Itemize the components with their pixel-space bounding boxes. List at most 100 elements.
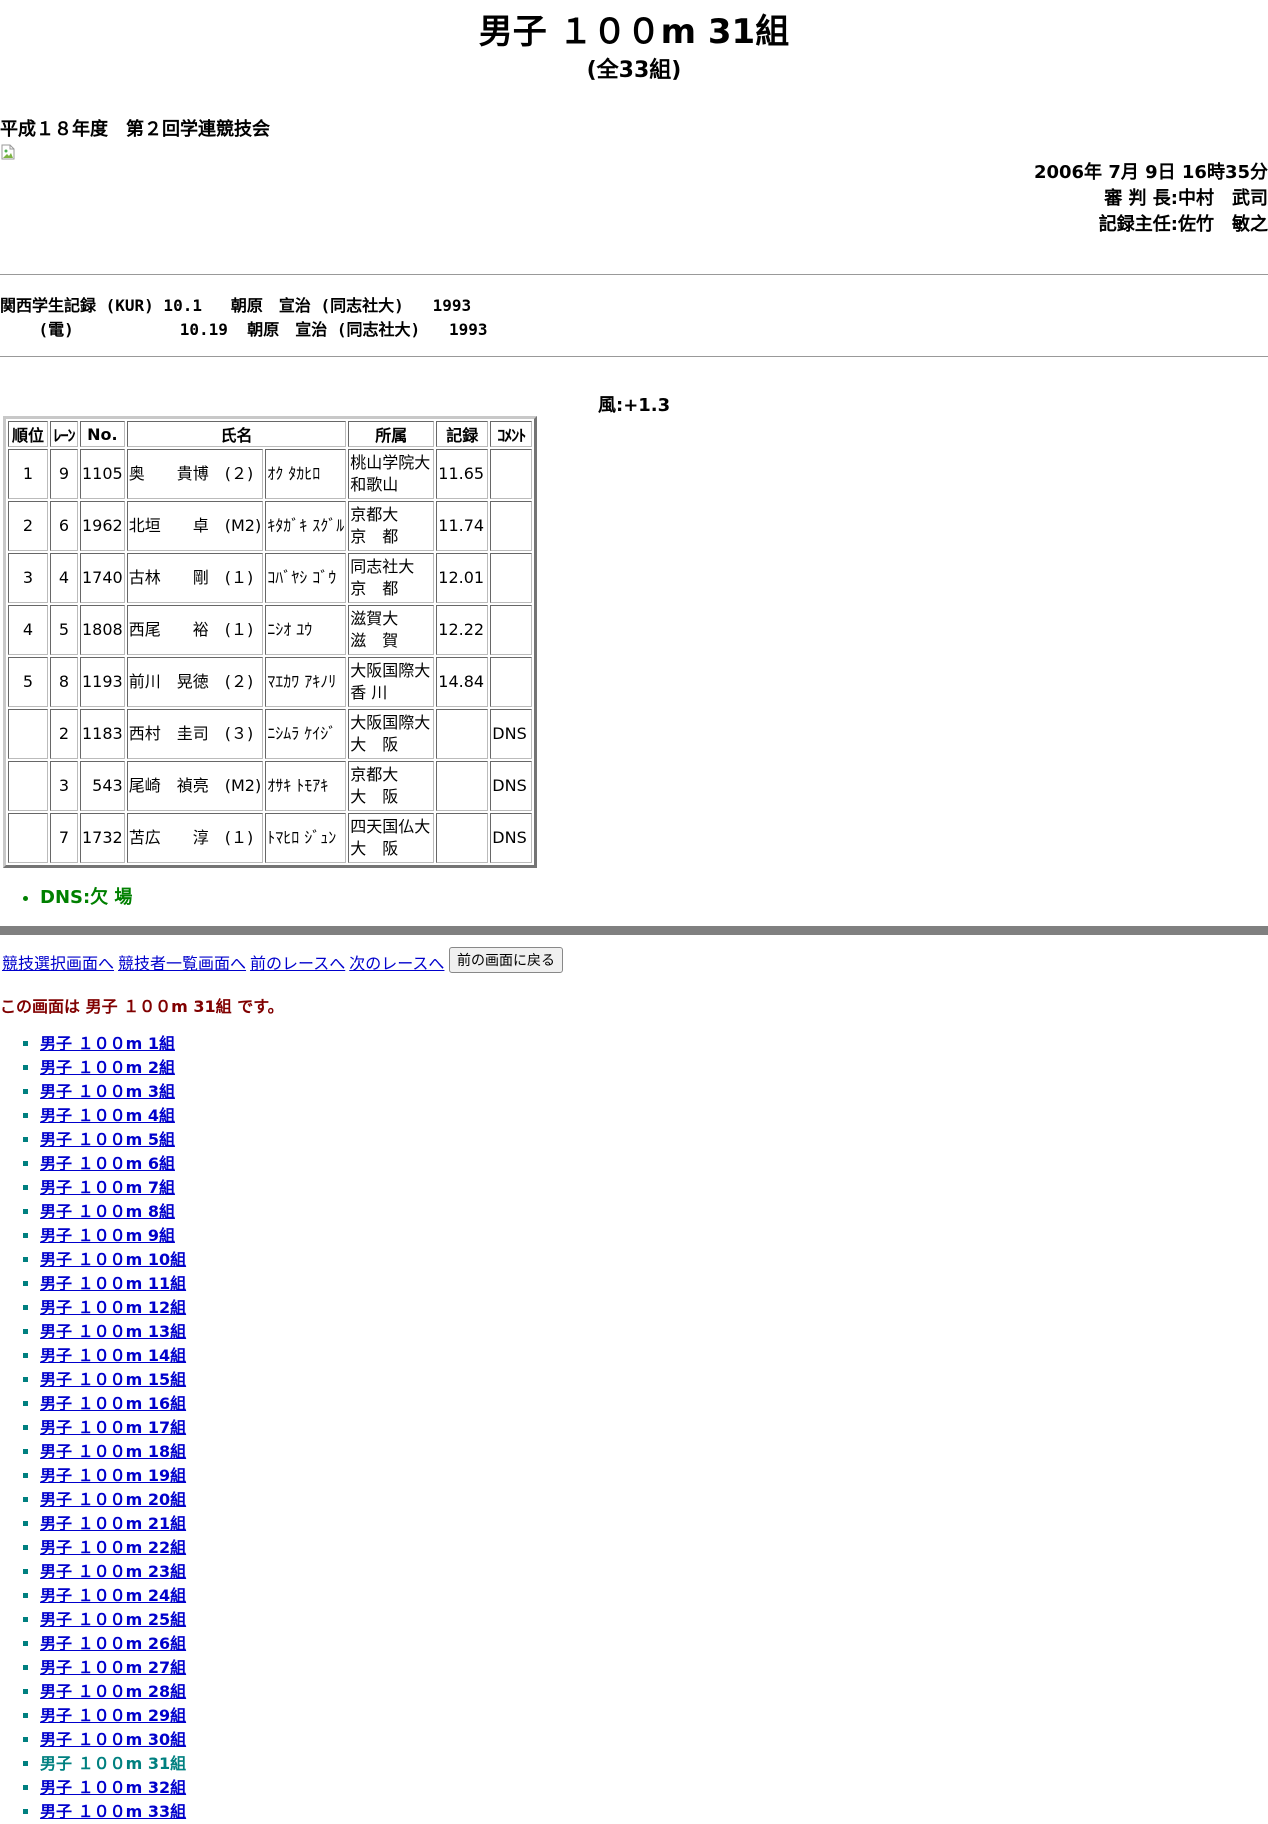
race-link[interactable]: 男子 １００m 22組 bbox=[40, 1538, 186, 1557]
name-cell: 北垣 卓 (M2) bbox=[126, 501, 264, 551]
legend: DNS:欠 場 bbox=[20, 883, 132, 909]
table-row: 2 6 1962 北垣 卓 (M2) ｷﾀｶﾞｷ ｽｸﾞﾙ 京都大京 都 11.74 bbox=[8, 501, 533, 551]
race-link[interactable]: 男子 １００m 32組 bbox=[40, 1778, 186, 1797]
time-cell bbox=[436, 709, 489, 759]
comment-cell bbox=[490, 501, 533, 551]
team-cell: 桃山学院大 和歌山 bbox=[348, 449, 435, 499]
race-list-item: 男子 １００m 11組 bbox=[40, 1272, 186, 1296]
race-link[interactable]: 男子 １００m 33組 bbox=[40, 1802, 186, 1821]
race-link[interactable]: 男子 １００m 26組 bbox=[40, 1634, 186, 1653]
team-cell: 京都大京 都 bbox=[348, 501, 435, 551]
race-list-item: 男子 １００m 9組 bbox=[40, 1224, 186, 1248]
race-list-item: 男子 １００m 26組 bbox=[40, 1632, 186, 1656]
race-link[interactable]: 男子 １００m 5組 bbox=[40, 1130, 175, 1149]
race-link[interactable]: 男子 １００m 27組 bbox=[40, 1658, 186, 1677]
team-prefecture: 和歌山 bbox=[350, 475, 399, 494]
lane-cell: 8 bbox=[50, 657, 78, 707]
race-link[interactable]: 男子 １００m 29組 bbox=[40, 1706, 186, 1725]
time-cell: 12.22 bbox=[436, 605, 489, 655]
number-cell: 543 bbox=[80, 761, 125, 811]
race-list-item: 男子 １００m 15組 bbox=[40, 1368, 186, 1392]
race-link[interactable]: 男子 １００m 30組 bbox=[40, 1730, 186, 1749]
race-link[interactable]: 男子 １００m 11組 bbox=[40, 1274, 186, 1293]
number-cell: 1193 bbox=[80, 657, 125, 707]
team-cell: 京都大大 阪 bbox=[348, 761, 435, 811]
race-link[interactable]: 男子 １００m 28組 bbox=[40, 1682, 186, 1701]
event-select-link[interactable]: 競技選択画面へ bbox=[2, 954, 114, 973]
team-prefecture: 京 都 bbox=[350, 527, 399, 546]
current-race-label: 男子 １００m 31組 bbox=[40, 1754, 187, 1773]
kana-cell: ｵｻｷ ﾄﾓｱｷ bbox=[265, 761, 347, 811]
athlete-list-link[interactable]: 競技者一覧画面へ bbox=[118, 954, 246, 973]
time-cell: 11.74 bbox=[436, 501, 489, 551]
time-cell: 12.01 bbox=[436, 553, 489, 603]
race-link[interactable]: 男子 １００m 2組 bbox=[40, 1058, 175, 1077]
record-line: 関西学生記録 (KUR) 10.1 朝原 宣治 (同志社大) 1993 bbox=[0, 296, 472, 315]
rank-cell: 3 bbox=[8, 553, 48, 603]
race-link[interactable]: 男子 １００m 13組 bbox=[40, 1322, 186, 1341]
comment-cell: DNS bbox=[490, 761, 533, 811]
race-list-item: 男子 １００m 16組 bbox=[40, 1392, 186, 1416]
team-name: 京都大 bbox=[350, 505, 399, 524]
rank-cell: 2 bbox=[8, 501, 48, 551]
number-cell: 1105 bbox=[80, 449, 125, 499]
race-link[interactable]: 男子 １００m 23組 bbox=[40, 1562, 186, 1581]
race-link[interactable]: 男子 １００m 24組 bbox=[40, 1586, 186, 1605]
team-prefecture: 香 川 bbox=[350, 683, 388, 702]
number-cell: 1808 bbox=[80, 605, 125, 655]
team-cell: 大阪国際大大 阪 bbox=[348, 709, 435, 759]
race-link[interactable]: 男子 １００m 10組 bbox=[40, 1250, 186, 1269]
number-cell: 1740 bbox=[80, 553, 125, 603]
race-list-item: 男子 １００m 30組 bbox=[40, 1728, 186, 1752]
race-link[interactable]: 男子 １００m 21組 bbox=[40, 1514, 186, 1533]
race-list-item: 男子 １００m 10組 bbox=[40, 1248, 186, 1272]
race-list-item: 男子 １００m 8組 bbox=[40, 1200, 186, 1224]
next-race-link[interactable]: 次のレースへ bbox=[349, 954, 444, 973]
race-list-item: 男子 １００m 27組 bbox=[40, 1656, 186, 1680]
broken-image-icon bbox=[1, 144, 15, 160]
race-link[interactable]: 男子 １００m 9組 bbox=[40, 1226, 175, 1245]
team-name: 大阪国際大 bbox=[350, 661, 431, 680]
back-button[interactable]: 前の画面に戻る bbox=[449, 947, 563, 973]
name-cell: 西村 圭司 (３) bbox=[126, 709, 264, 759]
race-link[interactable]: 男子 １００m 7組 bbox=[40, 1178, 175, 1197]
name-cell: 苫広 淳 (１) bbox=[126, 813, 264, 863]
race-link[interactable]: 男子 １００m 4組 bbox=[40, 1106, 175, 1125]
lane-cell: 4 bbox=[50, 553, 78, 603]
race-link[interactable]: 男子 １００m 20組 bbox=[40, 1490, 186, 1509]
lane-cell: 9 bbox=[50, 449, 78, 499]
page-subtitle: (全33組) bbox=[586, 58, 682, 83]
race-link[interactable]: 男子 １００m 12組 bbox=[40, 1298, 186, 1317]
race-list-item: 男子 １００m 17組 bbox=[40, 1416, 186, 1440]
race-link[interactable]: 男子 １００m 8組 bbox=[40, 1202, 175, 1221]
lane-cell: 5 bbox=[50, 605, 78, 655]
race-link[interactable]: 男子 １００m 6組 bbox=[40, 1154, 175, 1173]
race-link[interactable]: 男子 １００m 16組 bbox=[40, 1394, 186, 1413]
number-cell: 1962 bbox=[80, 501, 125, 551]
race-link[interactable]: 男子 １００m 14組 bbox=[40, 1346, 186, 1365]
team-name: 同志社大 bbox=[350, 557, 415, 576]
time-cell: 11.65 bbox=[436, 449, 489, 499]
col-name: 氏名 bbox=[126, 421, 347, 447]
prev-race-link[interactable]: 前のレースへ bbox=[250, 954, 345, 973]
comment-cell: DNS bbox=[490, 709, 533, 759]
race-list-item: 男子 １００m 23組 bbox=[40, 1560, 186, 1584]
race-link[interactable]: 男子 １００m 1組 bbox=[40, 1034, 175, 1053]
lane-cell: 3 bbox=[50, 761, 78, 811]
race-link[interactable]: 男子 １００m 17組 bbox=[40, 1418, 186, 1437]
name-cell: 古林 剛 (１) bbox=[126, 553, 264, 603]
race-list-item: 男子 １００m 14組 bbox=[40, 1344, 186, 1368]
race-list: 男子 １００m 1組男子 １００m 2組男子 １００m 3組男子 １００m 4組… bbox=[20, 1032, 186, 1824]
comment-cell bbox=[490, 449, 533, 499]
team-prefecture: 大 阪 bbox=[350, 735, 399, 754]
race-link[interactable]: 男子 １００m 3組 bbox=[40, 1082, 175, 1101]
race-link[interactable]: 男子 １００m 19組 bbox=[40, 1466, 186, 1485]
name-cell: 奥 貴博 (２) bbox=[126, 449, 264, 499]
race-link[interactable]: 男子 １００m 15組 bbox=[40, 1370, 186, 1389]
race-link[interactable]: 男子 １００m 25組 bbox=[40, 1610, 186, 1629]
time-cell: 14.84 bbox=[436, 657, 489, 707]
race-link[interactable]: 男子 １００m 18組 bbox=[40, 1442, 186, 1461]
kana-cell: ｷﾀｶﾞｷ ｽｸﾞﾙ bbox=[265, 501, 347, 551]
col-comment: ｺﾒﾝﾄ bbox=[490, 421, 533, 447]
race-list-item: 男子 １００m 2組 bbox=[40, 1056, 186, 1080]
